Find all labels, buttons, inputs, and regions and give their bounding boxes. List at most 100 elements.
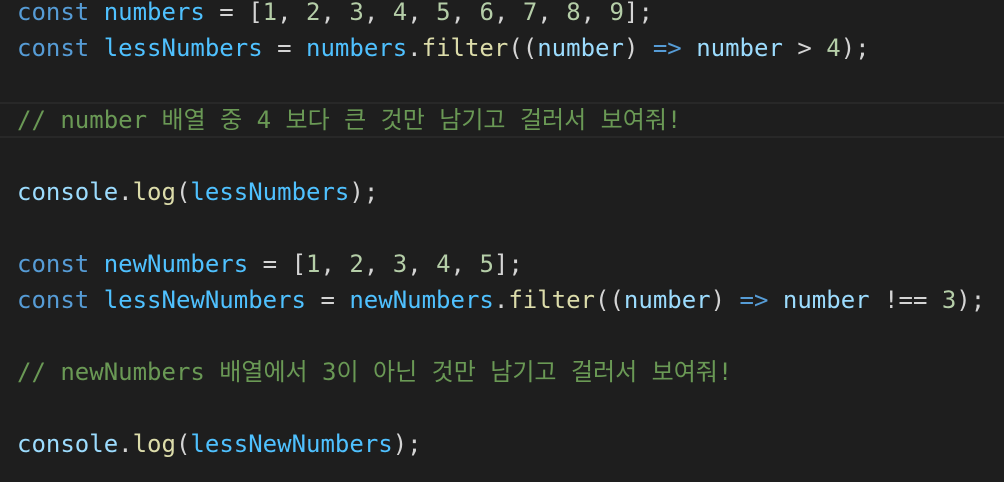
- code-token-num: 8: [566, 0, 581, 26]
- code-token-op: ,: [450, 250, 480, 278]
- code-token-num: 3: [392, 250, 408, 278]
- code-line[interactable]: const numbers = [1, 2, 3, 4, 5, 6, 7, 8,…: [0, 0, 1004, 30]
- code-token-num: 1: [262, 0, 278, 26]
- code-token-var: lessNumbers: [190, 178, 350, 206]
- code-line[interactable]: [0, 318, 1004, 354]
- code-token-punct: ];: [624, 0, 653, 26]
- code-token-op: =: [204, 0, 249, 26]
- code-token-num: 2: [306, 0, 321, 26]
- code-token-op: .: [407, 34, 422, 62]
- code-token-num: 2: [349, 250, 364, 278]
- code-token-punct: [: [248, 0, 263, 26]
- code-token-num: 7: [522, 0, 538, 26]
- code-line[interactable]: const lessNewNumbers = newNumbers.filter…: [0, 282, 1004, 318]
- code-token-cmt: // number 배열 중 4 보다 큰 것만 남기고 걸러서 보여줘!: [17, 106, 682, 134]
- code-token-op: !==: [869, 286, 942, 314]
- code-line[interactable]: [0, 210, 1004, 246]
- code-token-op: ,: [407, 0, 437, 26]
- code-token-param: number: [782, 286, 870, 314]
- code-token-num: 4: [392, 0, 408, 26]
- code-token-punct: (: [175, 430, 191, 458]
- code-line[interactable]: [0, 138, 1004, 174]
- code-token-punct: ): [710, 286, 726, 314]
- code-token-num: 4: [826, 34, 841, 62]
- code-token-var: lessNumbers: [103, 34, 263, 62]
- code-token-op: [768, 286, 782, 314]
- code-token-op: =: [262, 34, 307, 62]
- code-token-op: [725, 286, 739, 314]
- code-line[interactable]: [0, 390, 1004, 426]
- code-token-op: ,: [363, 250, 393, 278]
- code-token-op: [89, 250, 103, 278]
- code-token-fn: log: [132, 430, 176, 458]
- code-line[interactable]: [0, 66, 1004, 102]
- code-token-num: 5: [436, 0, 451, 26]
- code-token-op: [89, 0, 103, 26]
- code-token-fn: log: [132, 178, 176, 206]
- code-token-punct: );: [349, 178, 379, 206]
- code-token-op: .: [118, 430, 133, 458]
- code-token-var: newNumbers: [103, 250, 249, 278]
- code-token-op: >: [782, 34, 827, 62]
- code-line[interactable]: console.log(lessNumbers);: [0, 174, 1004, 210]
- code-token-op: ,: [580, 0, 610, 26]
- code-token-fn: filter: [421, 34, 509, 62]
- code-token-var: lessNewNumbers: [103, 286, 306, 314]
- code-token-punct: );: [840, 34, 870, 62]
- code-line[interactable]: const newNumbers = [1, 2, 3, 4, 5];: [0, 246, 1004, 282]
- code-token-var: lessNewNumbers: [190, 430, 393, 458]
- code-token-op: ,: [363, 0, 393, 26]
- code-token-op: [682, 34, 696, 62]
- code-token-num: 3: [941, 286, 957, 314]
- code-token-op: ,: [277, 0, 307, 26]
- code-line[interactable]: const lessNumbers = numbers.filter((numb…: [0, 30, 1004, 66]
- code-token-op: ,: [537, 0, 567, 26]
- code-token-kw: const: [17, 250, 90, 278]
- code-token-punct: );: [392, 430, 422, 458]
- code-token-op: .: [118, 178, 133, 206]
- code-token-punct: ): [623, 34, 639, 62]
- code-token-fn: filter: [508, 286, 596, 314]
- code-token-num: 4: [436, 250, 451, 278]
- code-token-punct: ];: [493, 250, 523, 278]
- code-token-num: 6: [479, 0, 494, 26]
- code-token-kw: const: [17, 0, 90, 26]
- code-token-kw: =>: [652, 34, 682, 62]
- code-line[interactable]: console.log(lessNewNumbers);: [0, 426, 1004, 462]
- code-token-var: numbers: [103, 0, 205, 26]
- code-token-cmt: // newNumbers 배열에서 3이 아닌 것만 남기고 걸러서 보여줘!: [17, 358, 733, 386]
- code-token-num: 5: [479, 250, 494, 278]
- code-token-op: ,: [320, 0, 350, 26]
- code-token-op: =: [248, 250, 292, 278]
- code-token-punct: [: [291, 250, 307, 278]
- code-token-op: =: [306, 286, 350, 314]
- code-token-punct: ((: [595, 286, 624, 314]
- code-token-var: newNumbers: [349, 286, 494, 314]
- code-line-current[interactable]: // number 배열 중 4 보다 큰 것만 남기고 걸러서 보여줘!: [0, 102, 1004, 138]
- code-token-param: number: [623, 286, 711, 314]
- code-token-punct: (: [175, 178, 191, 206]
- code-token-kw: const: [17, 34, 90, 62]
- code-token-op: [638, 34, 652, 62]
- code-token-param: console: [17, 178, 119, 206]
- code-token-punct: ((: [508, 34, 538, 62]
- code-token-num: 1: [306, 250, 321, 278]
- code-token-var: numbers: [306, 34, 408, 62]
- code-token-num: 9: [609, 0, 624, 26]
- code-line[interactable]: // newNumbers 배열에서 3이 아닌 것만 남기고 걸러서 보여줘!: [0, 354, 1004, 390]
- code-token-op: [89, 286, 103, 314]
- code-token-num: 3: [349, 0, 364, 26]
- code-editor[interactable]: const numbers = [1, 2, 3, 4, 5, 6, 7, 8,…: [0, 0, 1004, 482]
- code-token-punct: );: [956, 286, 986, 314]
- code-token-op: [89, 34, 103, 62]
- code-token-kw: =>: [739, 286, 769, 314]
- code-token-op: ,: [493, 0, 523, 26]
- code-token-op: ,: [450, 0, 480, 26]
- code-token-param: number: [537, 34, 624, 62]
- code-token-op: ,: [407, 250, 437, 278]
- code-token-op: ,: [320, 250, 350, 278]
- code-token-param: console: [17, 430, 119, 458]
- code-token-op: .: [493, 286, 509, 314]
- code-token-param: number: [696, 34, 783, 62]
- code-token-kw: const: [17, 286, 90, 314]
